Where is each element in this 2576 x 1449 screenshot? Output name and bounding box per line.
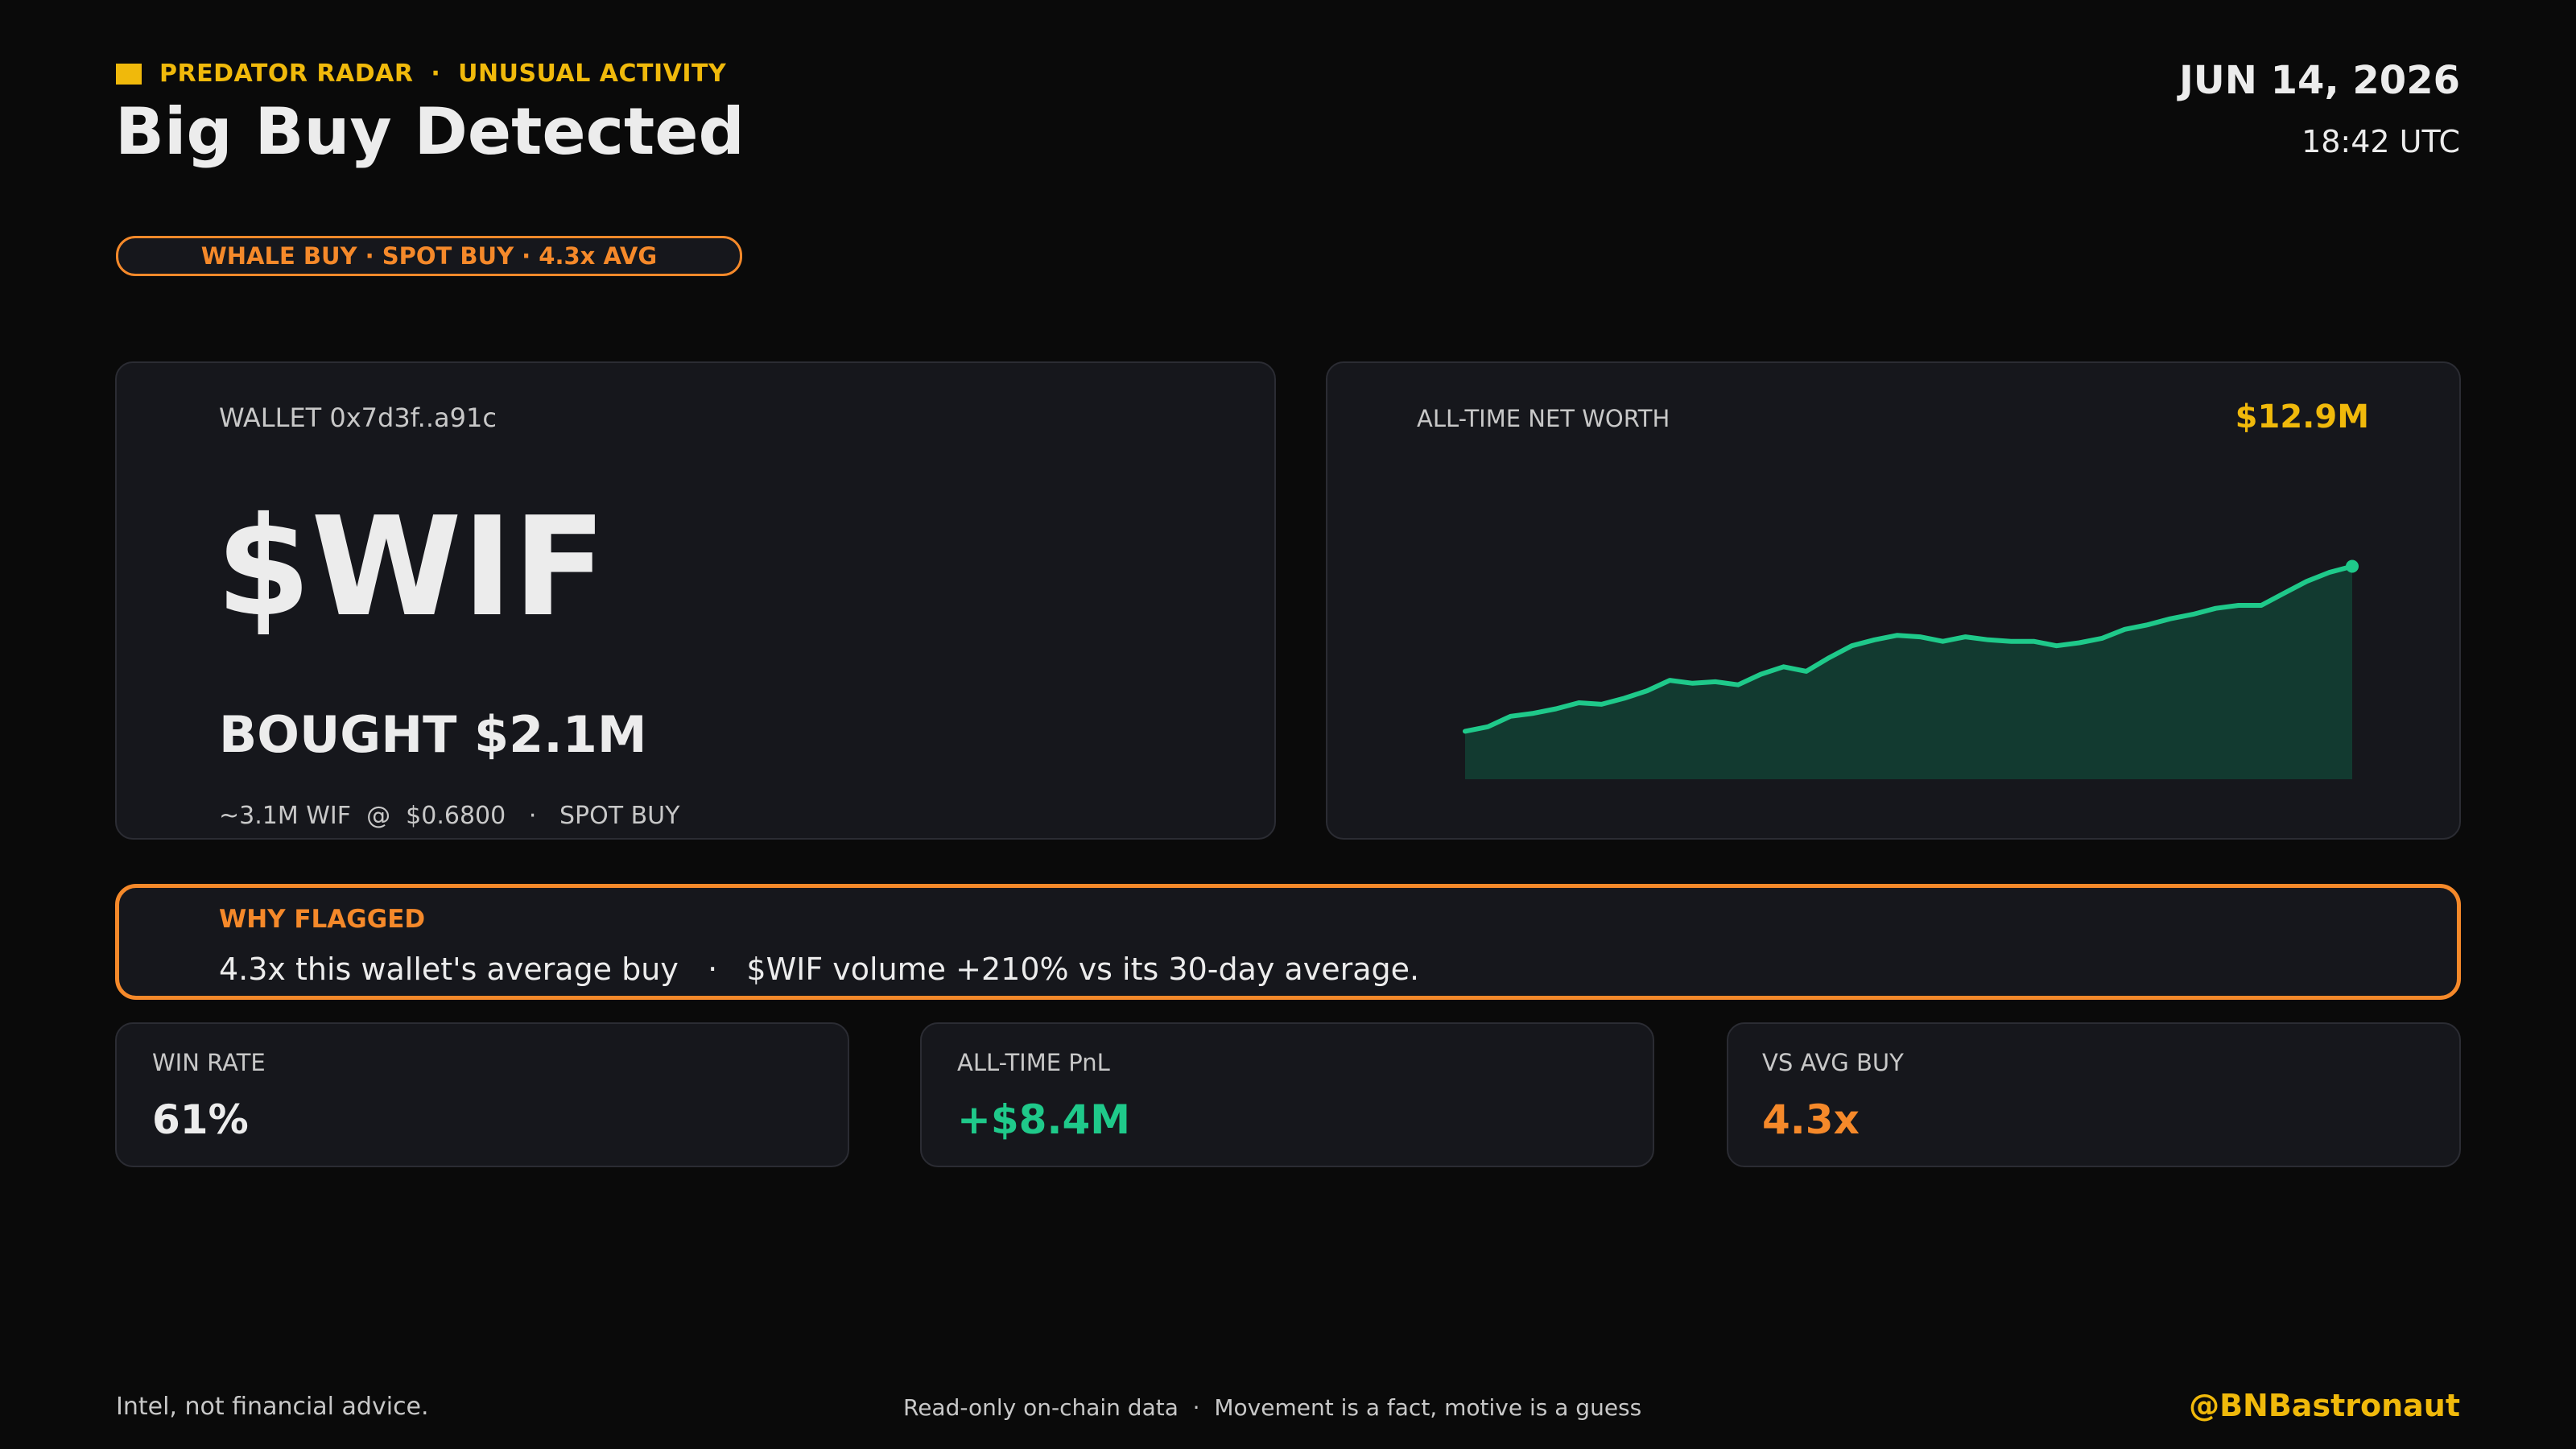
why-flagged-title: WHY FLAGGED: [219, 905, 426, 934]
stat-value: 61%: [152, 1096, 249, 1143]
stat-label: ALL-TIME PnL: [957, 1049, 1110, 1076]
footer-note: Read-only on-chain data · Movement is a …: [903, 1394, 1642, 1421]
brand-line: PREDATOR RADAR · UNUSUAL ACTIVITY: [159, 60, 726, 88]
brand-name: PREDATOR RADAR: [159, 60, 414, 88]
alert-time: 18:42 UTC: [2301, 124, 2460, 159]
alert-date: JUN 14, 2026: [2178, 58, 2460, 103]
stat-card-win-rate: [115, 1022, 849, 1167]
buy-detail: ~3.1M WIF @ $0.6800 · SPOT BUY: [219, 802, 680, 830]
stat-card-pnl: [920, 1022, 1654, 1167]
stat-label: VS AVG BUY: [1762, 1049, 1904, 1076]
stat-value: 4.3x: [1762, 1096, 1860, 1143]
token-symbol: $WIF: [216, 488, 607, 647]
author-handle[interactable]: @BNBastronaut: [2189, 1388, 2460, 1423]
disclaimer: Intel, not financial advice.: [116, 1393, 429, 1421]
networth-label: ALL-TIME NET WORTH: [1417, 405, 1670, 432]
stat-value: +$8.4M: [957, 1096, 1131, 1143]
stat-label: WIN RATE: [152, 1049, 266, 1076]
classification-pill: WHALE BUY · SPOT BUY · 4.3x AVG: [116, 236, 742, 276]
activity-tag: UNUSUAL ACTIVITY: [458, 60, 727, 88]
networth-value: $12.9M: [2235, 398, 2369, 436]
wallet-address: WALLET 0x7d3f..a91c: [219, 402, 497, 433]
brand-separator: ·: [431, 60, 441, 88]
stat-card-vs-avg: [1727, 1022, 2461, 1167]
networth-chart: [1463, 559, 2359, 779]
brand-square-icon: [116, 64, 142, 85]
page-title: Big Buy Detected: [115, 94, 745, 169]
networth-last-point: [2346, 559, 2359, 573]
networth-area: [1465, 566, 2352, 779]
bought-amount: BOUGHT $2.1M: [219, 705, 647, 764]
why-flagged-text: 4.3x this wallet's average buy · $WIF vo…: [219, 952, 1420, 987]
